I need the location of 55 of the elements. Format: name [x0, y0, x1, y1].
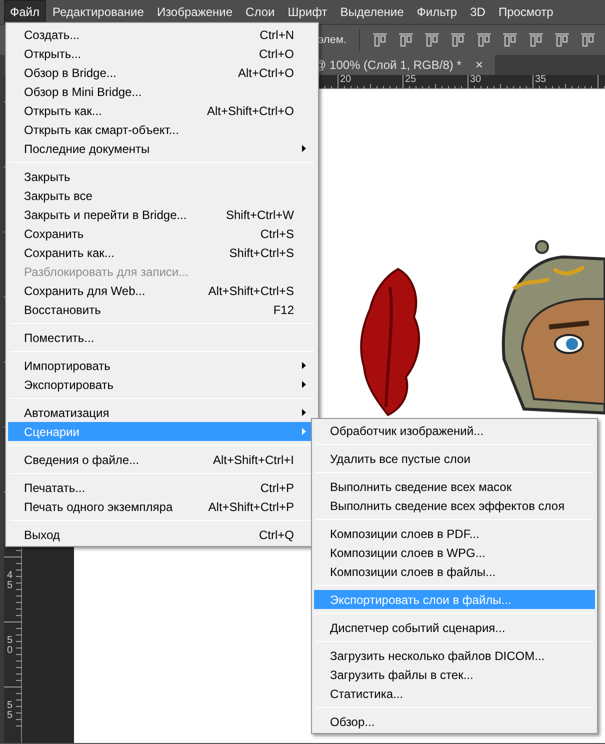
- align-icon[interactable]: [450, 32, 466, 48]
- ruler-label: 55: [7, 701, 13, 721]
- menu-item[interactable]: Открыть как... Alt+Shift+Ctrl+O: [8, 101, 316, 120]
- ruler-label: 50: [7, 636, 13, 656]
- menu-item[interactable]: Композиции слоев в файлы...: [314, 562, 595, 581]
- menu-item[interactable]: Композиции слоев в WPG...: [314, 543, 595, 562]
- menu-item[interactable]: Создать... Ctrl+N: [8, 25, 316, 44]
- menu-item[interactable]: Закрыть: [8, 167, 316, 186]
- menu-item[interactable]: Поместить...: [8, 328, 316, 347]
- align-icon[interactable]: [580, 32, 596, 48]
- align-icon[interactable]: [398, 32, 414, 48]
- ruler-label: 35: [535, 75, 546, 84]
- ruler-label: 25: [405, 75, 416, 84]
- menu-item[interactable]: Диспетчер событий сценария...: [314, 618, 595, 637]
- menu-item[interactable]: Сохранить для Web... Alt+Shift+Ctrl+S: [8, 281, 316, 300]
- menu-item[interactable]: Автоматизация: [8, 403, 316, 422]
- align-icon[interactable]: [372, 32, 388, 48]
- close-icon[interactable]: ×: [475, 55, 483, 75]
- menu-item[interactable]: Закрыть и перейти в Bridge... Shift+Ctrl+W: [8, 205, 316, 224]
- align-icon[interactable]: [554, 32, 570, 48]
- menu-item[interactable]: Импортировать: [8, 356, 316, 375]
- menu-bar-item[interactable]: 3D: [464, 0, 492, 24]
- menu-item[interactable]: Восстановить F12: [8, 300, 316, 319]
- menu-bar-item[interactable]: Просмотр: [492, 0, 560, 24]
- menu-item[interactable]: Загрузить файлы в стек...: [314, 665, 595, 684]
- menu-item[interactable]: Композиции слоев в PDF...: [314, 524, 595, 543]
- menu-item[interactable]: Загрузить несколько файлов DICOM...: [314, 646, 595, 665]
- menu-item[interactable]: Обзор в Mini Bridge...: [8, 82, 316, 101]
- align-icon[interactable]: [528, 32, 544, 48]
- menu-item[interactable]: Обработчик изображений...: [314, 421, 595, 440]
- menu-bar-item[interactable]: Фильтр: [410, 0, 464, 24]
- menu-item[interactable]: Удалить все пустые слои: [314, 449, 595, 468]
- menu-bar-item[interactable]: Выделение: [334, 0, 410, 24]
- menu-bar-item[interactable]: Файл: [4, 0, 46, 24]
- option-label: элем.: [318, 32, 347, 48]
- menu-item[interactable]: Обзор...: [314, 712, 595, 731]
- menu-item[interactable]: Открыть как смарт-объект...: [8, 120, 316, 139]
- menu-item[interactable]: Выполнить сведение всех эффектов слоя: [314, 496, 595, 515]
- align-icon[interactable]: [502, 32, 518, 48]
- ruler-label: 30: [470, 75, 482, 84]
- menu-item[interactable]: Закрыть все: [8, 186, 316, 205]
- ruler-label: 45: [7, 571, 13, 591]
- menu-item[interactable]: Сохранить Ctrl+S: [8, 224, 316, 243]
- menu-bar-item[interactable]: Редактирование: [46, 0, 150, 24]
- menu-item[interactable]: Последние документы: [8, 139, 316, 158]
- menu-bar-item[interactable]: Шрифт: [282, 0, 334, 24]
- menu-bar-item[interactable]: Слои: [240, 0, 281, 24]
- menu-item[interactable]: Экспортировать: [8, 375, 316, 394]
- align-icon[interactable]: [476, 32, 492, 48]
- menu-item[interactable]: Сохранить как... Shift+Ctrl+S: [8, 243, 316, 262]
- menu-item[interactable]: Статистика...: [314, 684, 595, 703]
- ruler-label: 20: [340, 75, 352, 84]
- menu-item[interactable]: Выполнить сведение всех масок: [314, 477, 595, 496]
- menu-bar-item[interactable]: Изображение: [150, 0, 239, 24]
- align-icon[interactable]: [424, 32, 440, 48]
